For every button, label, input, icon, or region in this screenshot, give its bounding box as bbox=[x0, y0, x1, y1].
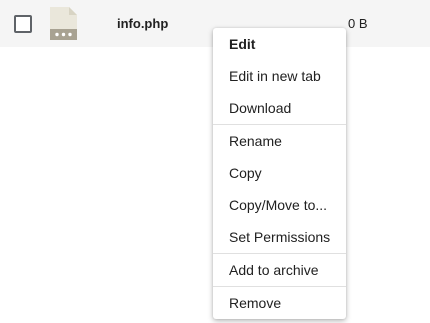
context-menu: Edit Edit in new tab Download Rename Cop… bbox=[213, 28, 346, 319]
select-checkbox[interactable] bbox=[14, 15, 32, 33]
menu-item-edit-new-tab[interactable]: Edit in new tab bbox=[213, 60, 346, 92]
menu-item-remove[interactable]: Remove bbox=[213, 287, 346, 319]
menu-item-download[interactable]: Download bbox=[213, 92, 346, 124]
menu-item-add-to-archive[interactable]: Add to archive bbox=[213, 254, 346, 286]
file-manager-view: info.php 0 B Edit Edit in new tab Downlo… bbox=[0, 0, 430, 323]
file-name[interactable]: info.php bbox=[117, 16, 168, 31]
menu-item-copy[interactable]: Copy bbox=[213, 157, 346, 189]
menu-item-set-permissions[interactable]: Set Permissions bbox=[213, 221, 346, 253]
file-icon bbox=[50, 7, 77, 40]
menu-item-copy-move[interactable]: Copy/Move to... bbox=[213, 189, 346, 221]
file-size: 0 B bbox=[348, 16, 368, 31]
menu-item-rename[interactable]: Rename bbox=[213, 125, 346, 157]
menu-item-edit[interactable]: Edit bbox=[213, 28, 346, 60]
